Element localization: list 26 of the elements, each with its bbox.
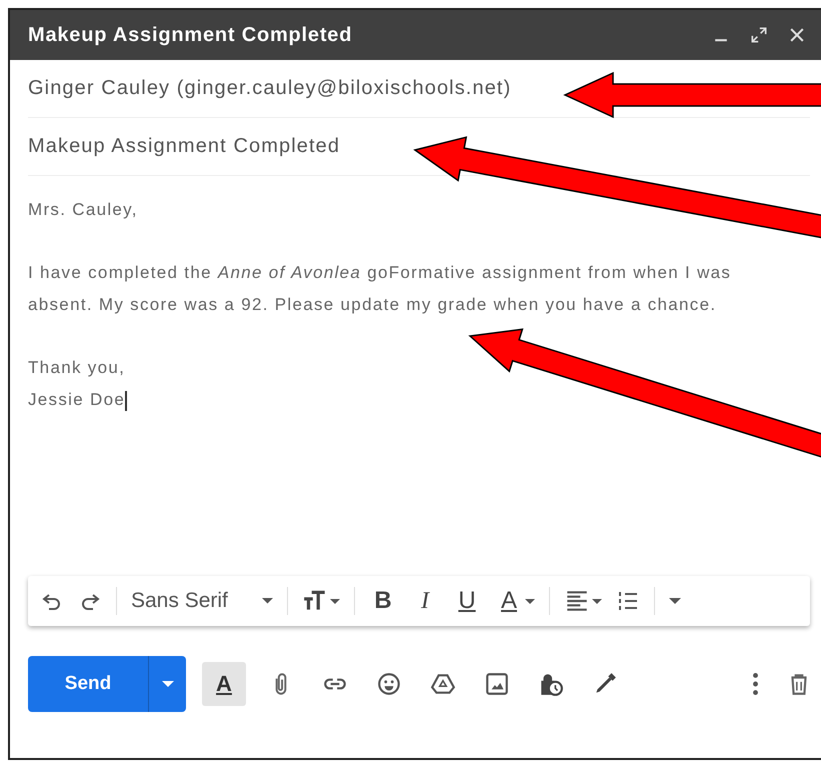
- window-title: Makeup Assignment Completed: [28, 24, 354, 46]
- subject-field[interactable]: Makeup Assignment Completed: [28, 135, 340, 158]
- smiley-icon: [376, 671, 402, 697]
- send-options-button[interactable]: [148, 656, 186, 712]
- caret-icon: [262, 598, 273, 604]
- caret-icon: [669, 598, 681, 604]
- body-text: Thank you,: [28, 357, 126, 379]
- caret-icon: [330, 598, 340, 604]
- body-text: Mrs. Cauley,: [28, 199, 139, 221]
- expand-icon[interactable]: [749, 25, 769, 45]
- send-button[interactable]: Send: [28, 656, 148, 712]
- body-text: I have completed the Anne of Avonlea goFormative assignment from when I was absent. My score was a 92. Please update my grade when you have a chance.: [28, 262, 732, 316]
- body-text: Jessie Doe: [28, 389, 128, 413]
- italic-button[interactable]: I: [407, 584, 443, 618]
- caret-icon: [592, 598, 602, 604]
- recipient-field[interactable]: Ginger Cauley (ginger.cauley@biloxischools.net): [28, 77, 512, 100]
- bold-button[interactable]: B: [365, 583, 401, 619]
- font-dropdown[interactable]: Sans Serif: [127, 585, 277, 617]
- numbered-list-icon: [616, 589, 640, 613]
- underline-button[interactable]: U: [449, 583, 485, 619]
- more-vertical-icon: [753, 673, 758, 695]
- caret-icon: [525, 598, 535, 604]
- formatting-toggle-button[interactable]: A: [202, 662, 246, 706]
- caret-icon: [162, 681, 174, 687]
- image-icon: [484, 671, 510, 697]
- text-color-button[interactable]: A: [491, 583, 539, 619]
